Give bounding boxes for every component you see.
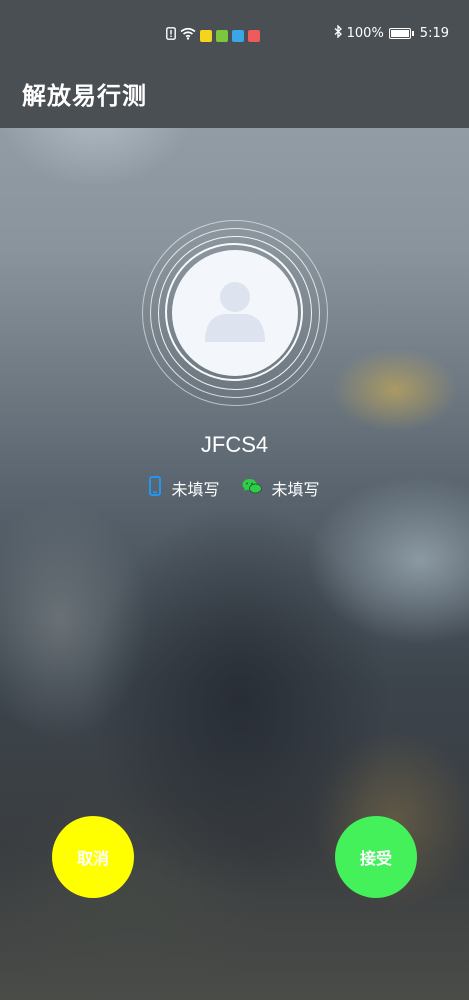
- caller-name: JFCS4: [200, 432, 269, 457]
- bluetooth-icon: [334, 24, 342, 42]
- status-bar: 100% 5:19: [0, 0, 469, 56]
- clock: 5:19: [419, 26, 449, 41]
- cancel-button-label: 取消: [76, 849, 109, 868]
- wifi-icon: [180, 27, 196, 44]
- status-icons: [166, 27, 260, 44]
- user-icon: [205, 282, 265, 342]
- app-notification-icon: [200, 29, 212, 42]
- accept-button-label: 接受: [359, 849, 392, 868]
- app-notification-icon: [216, 29, 228, 42]
- wechat-icon: [242, 478, 262, 498]
- page-title: 解放易行测: [22, 82, 147, 110]
- accept-button[interactable]: 接受: [335, 816, 417, 898]
- sim-alert-icon: [166, 27, 176, 44]
- battery-percent: 100%: [346, 26, 384, 41]
- phone-icon: [149, 476, 162, 500]
- cancel-button[interactable]: 取消: [52, 816, 134, 898]
- avatar: [172, 250, 298, 376]
- contact-info-row: 未填写 未填写: [0, 476, 469, 500]
- incoming-call-screen: 100% 5:19 解放易行测 JFCS4 未填写 未填写 取消 接受: [0, 0, 469, 1000]
- phone-info: 未填写: [149, 476, 220, 500]
- avatar-area: [142, 220, 328, 406]
- app-notification-icon: [248, 29, 260, 42]
- status-right: 100% 5:19: [334, 24, 449, 42]
- wechat-info: 未填写: [242, 476, 320, 500]
- app-notification-icon: [232, 29, 244, 42]
- battery-icon: [388, 28, 414, 39]
- phone-value: 未填写: [171, 480, 220, 499]
- app-header: 解放易行测: [0, 56, 469, 128]
- wechat-value: 未填写: [271, 480, 320, 499]
